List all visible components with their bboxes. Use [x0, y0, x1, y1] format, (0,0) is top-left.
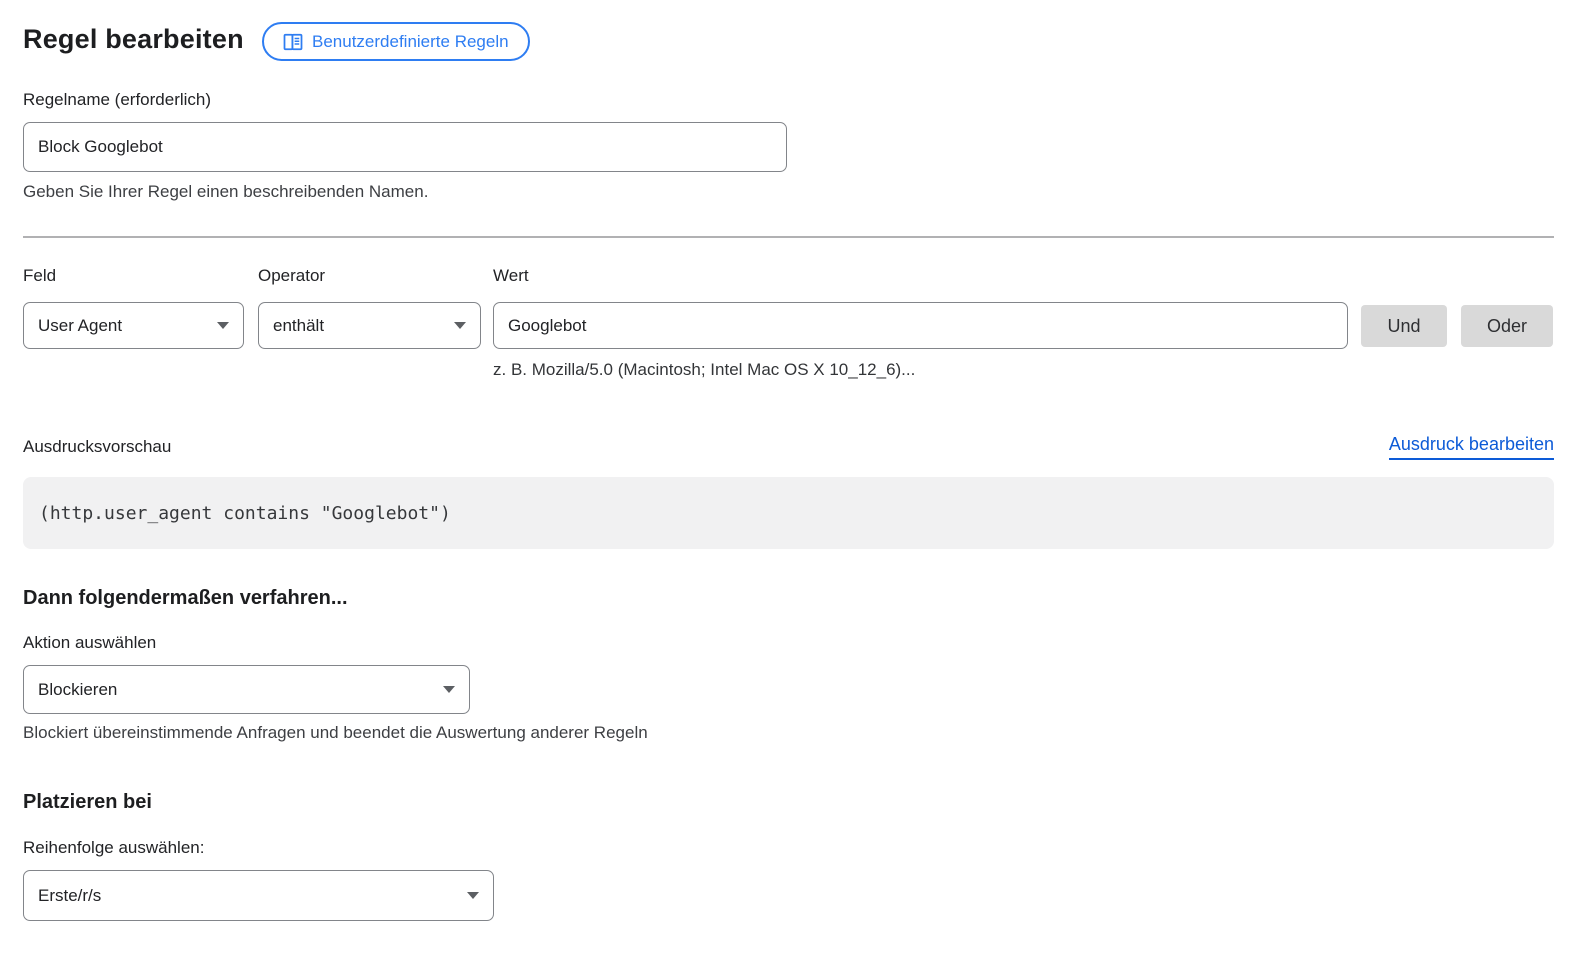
operator-select[interactable]: enthält	[258, 302, 481, 349]
value-helper: z. B. Mozilla/5.0 (Macintosh; Intel Mac …	[493, 360, 915, 380]
order-label: Reihenfolge auswählen:	[23, 838, 204, 858]
action-helper: Blockiert übereinstimmende Anfragen und …	[23, 723, 648, 743]
book-open-icon	[283, 32, 303, 52]
expression-code: (http.user_agent contains "Googlebot")	[39, 503, 451, 524]
action-select[interactable]: Blockieren	[23, 665, 470, 714]
operator-select-value: enthält	[273, 316, 324, 336]
order-select-value: Erste/r/s	[38, 886, 101, 906]
expression-preview-label: Ausdrucksvorschau	[23, 437, 171, 457]
value-input[interactable]	[493, 302, 1348, 349]
action-section-heading: Dann folgendermaßen verfahren...	[23, 587, 348, 610]
action-select-value: Blockieren	[38, 680, 117, 700]
placement-section-heading: Platzieren bei	[23, 791, 152, 814]
chevron-down-icon	[217, 322, 229, 329]
section-divider	[23, 236, 1554, 238]
and-button[interactable]: Und	[1361, 305, 1447, 347]
rule-name-input[interactable]	[23, 122, 787, 172]
value-label: Wert	[493, 266, 529, 286]
action-label: Aktion auswählen	[23, 633, 156, 653]
operator-label: Operator	[258, 266, 325, 286]
custom-rules-badge-button[interactable]: Benutzerdefinierte Regeln	[262, 22, 530, 61]
or-button[interactable]: Oder	[1461, 305, 1553, 347]
chevron-down-icon	[443, 686, 455, 693]
field-select[interactable]: User Agent	[23, 302, 244, 349]
chevron-down-icon	[454, 322, 466, 329]
chevron-down-icon	[467, 892, 479, 899]
custom-rules-badge-label: Benutzerdefinierte Regeln	[312, 32, 509, 52]
rule-name-label: Regelname (erforderlich)	[23, 90, 211, 110]
edit-expression-link[interactable]: Ausdruck bearbeiten	[1389, 434, 1554, 460]
expression-preview-box: (http.user_agent contains "Googlebot")	[23, 477, 1554, 549]
page-title: Regel bearbeiten	[23, 24, 244, 55]
field-label: Feld	[23, 266, 56, 286]
edit-rule-page: Regel bearbeiten Benutzerdefinierte Rege…	[0, 0, 1570, 956]
order-select[interactable]: Erste/r/s	[23, 870, 494, 921]
rule-name-helper: Geben Sie Ihrer Regel einen beschreibend…	[23, 182, 428, 202]
field-select-value: User Agent	[38, 316, 122, 336]
